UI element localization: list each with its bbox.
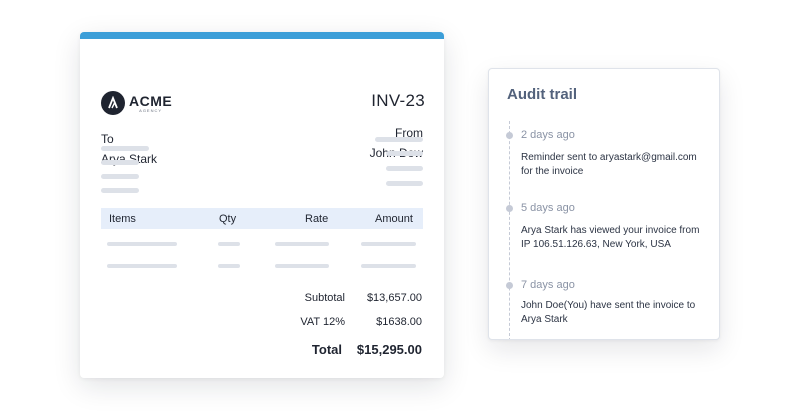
- event-description: Arya Stark has viewed your invoice from …: [521, 225, 700, 250]
- recipient-address-placeholder: [101, 146, 149, 151]
- total-label: Total: [311, 342, 342, 357]
- event-time: 7 days ago: [521, 279, 575, 291]
- sender-address-placeholder: [386, 151, 423, 156]
- vat-label: VAT 12%: [300, 316, 345, 328]
- company-logo: ACME AGENCY: [101, 91, 172, 115]
- sender-address-placeholder: [375, 137, 423, 142]
- timeline-dot: [506, 132, 513, 139]
- event-description: John Doe(You) have sent the invoice to A…: [521, 300, 696, 325]
- item-cell-placeholder: [107, 264, 177, 268]
- vat-value: $1638.00: [376, 316, 422, 328]
- to-label: To: [101, 132, 114, 146]
- column-header-rate: Rate: [305, 213, 329, 225]
- qty-cell-placeholder: [218, 242, 240, 246]
- recipient-address-placeholder: [101, 188, 139, 193]
- timeline-dot: [506, 282, 513, 289]
- logo-wordmark: ACME: [129, 92, 173, 109]
- timeline-dot: [506, 205, 513, 212]
- event-time: 2 days ago: [521, 129, 575, 141]
- column-header-amount: Amount: [375, 213, 413, 225]
- event-description: Reminder sent to aryastark@gmail.com for…: [521, 152, 697, 177]
- item-cell-placeholder: [107, 242, 177, 246]
- subtotal-label: Subtotal: [304, 292, 345, 304]
- column-header-items: Items: [109, 213, 136, 225]
- recipient-address-placeholder: [101, 174, 139, 179]
- timeline-line: [509, 121, 510, 339]
- audit-trail-title: Audit trail: [507, 86, 577, 103]
- column-header-qty: Qty: [219, 213, 237, 225]
- logo-subtitle: AGENCY: [139, 107, 163, 113]
- sender-address-placeholder: [386, 166, 423, 171]
- invoice-accent-bar: [80, 32, 444, 39]
- acme-logo-icon: [101, 91, 125, 115]
- invoice-number: INV-23: [371, 91, 425, 110]
- subtotal-value: $13,657.00: [366, 292, 422, 304]
- amount-cell-placeholder: [361, 264, 416, 268]
- event-time: 5 days ago: [521, 202, 575, 214]
- audit-trail-card: Audit trail 2 days ago Reminder sent to …: [488, 68, 720, 340]
- total-value: $15,295.00: [356, 342, 422, 357]
- rate-cell-placeholder: [275, 242, 329, 246]
- invoice-card: ACME AGENCY INV-23 To Arya Stark From Jo…: [80, 32, 444, 378]
- recipient-address-placeholder: [101, 160, 139, 165]
- sender-address-placeholder: [386, 181, 423, 186]
- qty-cell-placeholder: [218, 264, 240, 268]
- amount-cell-placeholder: [361, 242, 416, 246]
- items-table-header: Items Qty Rate Amount: [101, 208, 423, 229]
- rate-cell-placeholder: [275, 264, 329, 268]
